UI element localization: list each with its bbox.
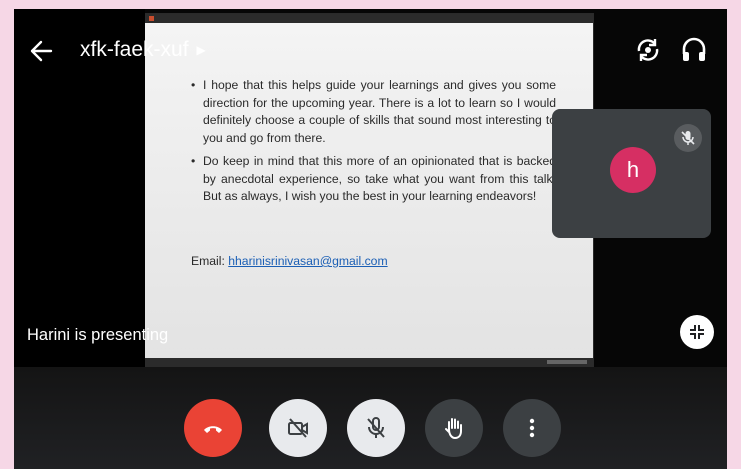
app-icon [149, 16, 154, 21]
more-options-button[interactable] [503, 399, 561, 457]
avatar: h [610, 147, 656, 193]
end-call-icon [204, 426, 222, 433]
hand-icon [445, 418, 462, 440]
collapse-icon [690, 325, 704, 339]
shared-screen: I hope that this helps guide your learni… [145, 14, 593, 367]
switch-camera-icon[interactable] [633, 35, 663, 65]
email-link[interactable]: hharinisrinivasan@gmail.com [228, 254, 387, 268]
slide-bullet-1: I hope that this helps guide your learni… [191, 77, 556, 147]
mic-off-icon [674, 124, 702, 152]
back-arrow-icon[interactable] [28, 39, 54, 63]
slide-bullets: I hope that this helps guide your learni… [191, 77, 556, 212]
camera-toggle-button[interactable] [269, 399, 327, 457]
end-call-button[interactable] [184, 399, 242, 457]
headphones-icon[interactable] [679, 35, 709, 65]
caret-right-icon: ▶ [196, 43, 206, 57]
meet-screen: I hope that this helps guide your learni… [14, 9, 727, 469]
shared-window-statusbar [145, 358, 593, 367]
meeting-code[interactable]: xfk-faek-xuf ▶ [80, 38, 206, 62]
raise-hand-button[interactable] [425, 399, 483, 457]
camera-off-icon [288, 418, 308, 438]
email-label: Email: [191, 254, 229, 268]
self-video-tile[interactable]: h [552, 109, 711, 238]
meeting-code-text: xfk-faek-xuf [80, 38, 189, 61]
mic-toggle-button[interactable] [347, 399, 405, 457]
slide-email-line: Email: hharinisrinivasan@gmail.com [191, 254, 388, 268]
presenting-label: Harini is presenting [27, 326, 169, 344]
slide-bullet-2: Do keep in mind that this more of an opi… [191, 153, 556, 206]
minimize-button[interactable] [680, 315, 714, 349]
shared-window-titlebar [145, 14, 593, 23]
mic-off-icon [367, 417, 385, 438]
presentation-stage: I hope that this helps guide your learni… [14, 9, 727, 367]
more-vert-icon [529, 418, 535, 438]
zoom-slider [547, 360, 587, 364]
call-controls-bar [14, 367, 727, 469]
